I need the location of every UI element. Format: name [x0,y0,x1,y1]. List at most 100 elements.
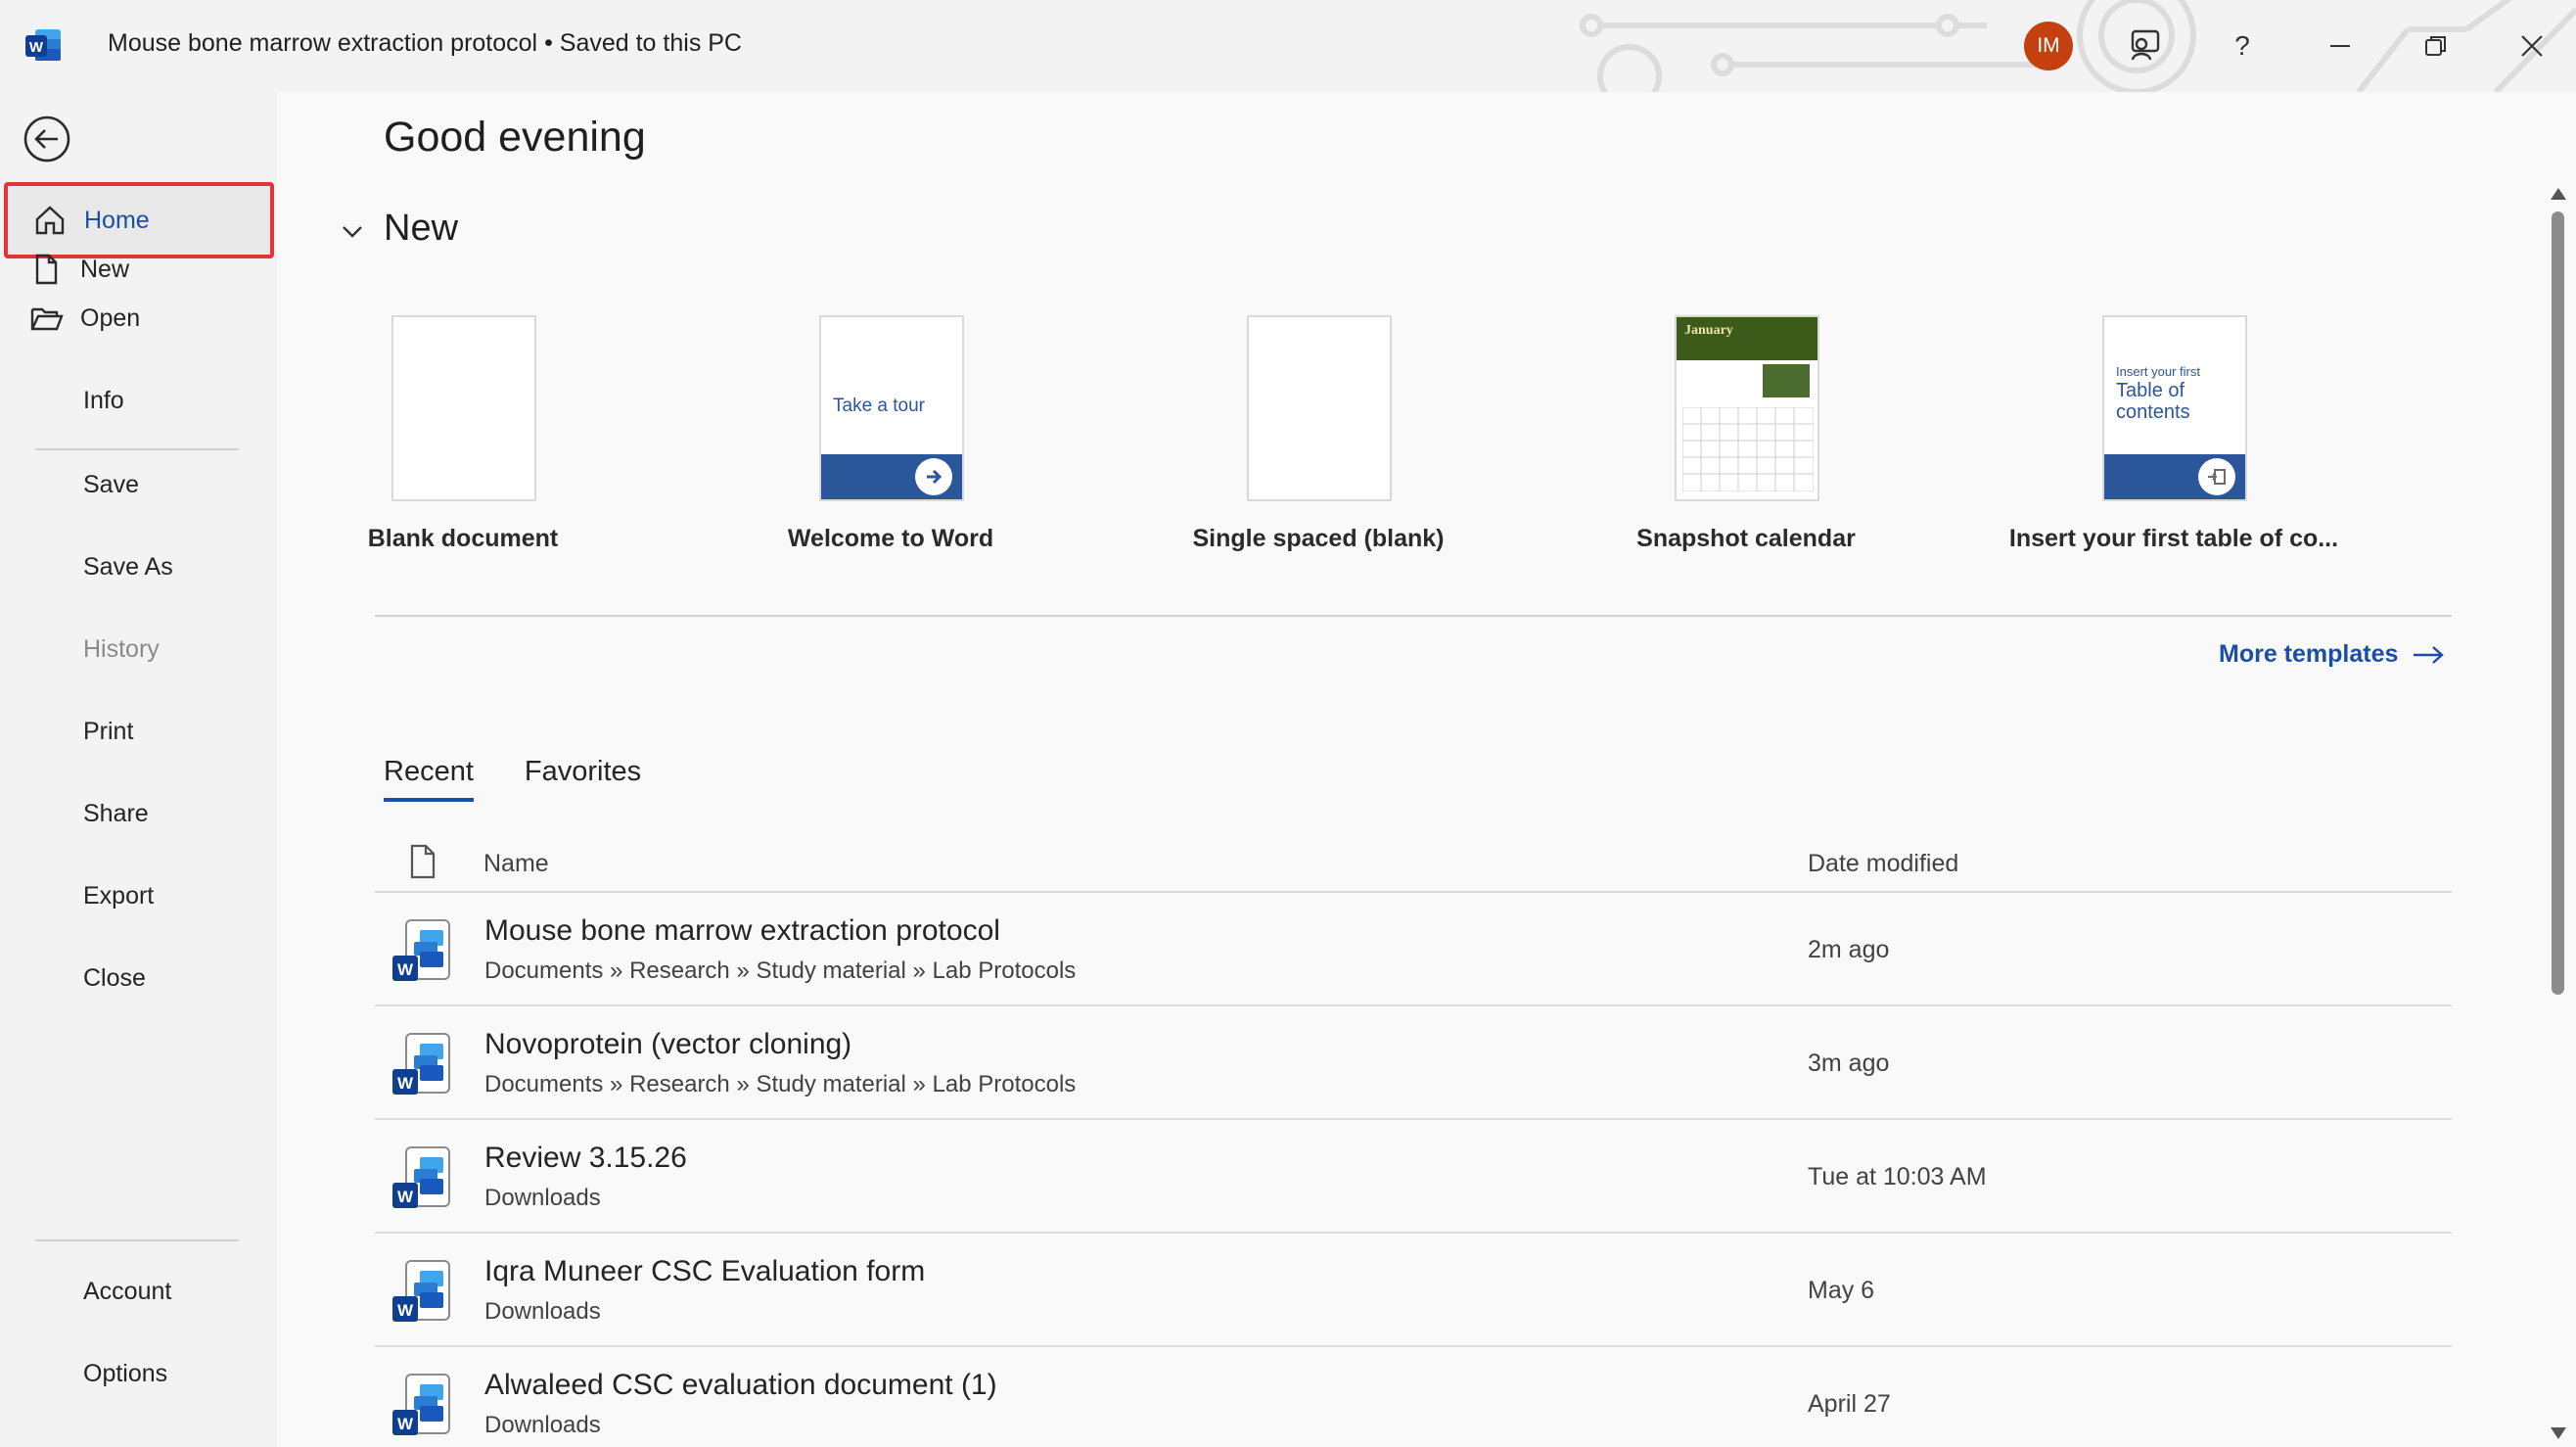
document-title: Mouse bone marrow extraction protocol • … [108,29,742,57]
word-document-icon: W [392,1374,450,1435]
file-path: Documents » Research » Study material » … [484,957,1077,984]
file-path: Downloads [484,1185,601,1211]
sidebar-item-label: Share [83,799,149,827]
sidebar-item-label: Print [83,717,134,745]
calendar-photo [1763,364,1810,397]
sidebar-item-label: Close [83,963,146,992]
more-templates-link[interactable]: More templates [2219,640,2445,669]
template-name: Insert your first table of co... [2008,525,2339,552]
template-thumbnail: Take a tour [819,315,964,501]
column-header-name[interactable]: Name [483,850,549,878]
minimize-icon [2330,45,2350,47]
template-blank-document[interactable]: Blank document [277,315,649,580]
file-date: 3m ago [1808,1050,1890,1077]
sidebar-item-label: Account [83,1277,172,1305]
file-date: 2m ago [1808,936,1890,963]
sidebar-item-export[interactable]: Export [4,858,274,934]
thumbnail-heading: Table of contents [2116,380,2190,423]
file-type-icon[interactable] [408,844,437,879]
scroll-up-icon[interactable] [2548,184,2569,204]
more-templates-label: More templates [2219,640,2399,668]
svg-text:W: W [397,1301,414,1320]
section-divider [375,615,2452,617]
sidebar-item-save-as[interactable]: Save As [4,529,274,605]
scroll-down-icon[interactable] [2548,1424,2569,1443]
avatar[interactable]: IM [2024,22,2073,70]
word-document-icon: W [392,1260,450,1322]
file-date: April 27 [1808,1390,1891,1418]
template-name: Blank document [367,525,559,552]
template-name: Welcome to Word [787,525,994,552]
column-header-date[interactable]: Date modified [1808,850,1958,878]
tab-recent[interactable]: Recent [384,756,474,802]
home-pane: Good evening New Blank document Take a t… [277,92,2576,1447]
sidebar-item-label: Info [83,386,124,414]
sidebar-item-open[interactable]: Open [4,280,274,356]
template-thumbnail: Insert your first Table of contents [2102,315,2247,501]
word-document-icon: W [392,919,450,981]
sidebar-divider [35,1239,239,1241]
sidebar-item-label: Save [83,470,139,498]
table-row[interactable]: W Review 3.15.26 Downloads Tue at 10:03 … [375,1120,2452,1234]
file-name: Novoprotein (vector cloning) [484,1028,852,1060]
sidebar-item-label: Open [80,303,141,332]
backstage-sidebar: Home New Open Info Save Save As History … [0,92,277,1447]
word-document-icon: W [392,1033,450,1095]
arrow-right-icon [915,458,952,495]
avatar-initials: IM [2037,34,2060,57]
sidebar-item-info[interactable]: Info [4,362,274,439]
new-section-title: New [384,208,459,249]
sidebar-item-close[interactable]: Close [4,940,274,1016]
template-thumbnail [1247,315,1392,501]
calendar-month: January [1684,323,1733,338]
svg-text:W: W [397,1415,414,1433]
feedback-icon [2131,29,2160,61]
recent-files-table: Name Date modified W Mouse bone marrow e… [375,834,2452,1447]
file-path: Downloads [484,1298,601,1325]
calendar-grid [1682,407,1814,491]
scrollbar-thumb[interactable] [2552,211,2564,995]
document-arrow-icon [2198,458,2235,495]
sidebar-item-label: Save As [83,552,173,581]
template-single-spaced[interactable]: Single spaced (blank) [1132,315,1504,580]
feedback-button[interactable] [2118,20,2171,72]
file-name: Alwaleed CSC evaluation document (1) [484,1369,997,1401]
svg-text:W: W [397,1074,414,1093]
file-date: May 6 [1808,1277,1875,1304]
template-thumbnail [391,315,536,501]
sidebar-item-account[interactable]: Account [4,1253,274,1330]
restore-button[interactable] [2410,20,2462,72]
thumbnail-caption: Insert your first [2116,364,2200,379]
template-thumbnail: January [1675,315,1819,501]
table-row[interactable]: W Novoprotein (vector cloning) Documents… [375,1006,2452,1120]
folder-open-icon [29,302,70,335]
arrow-right-icon [2414,645,2445,664]
template-table-of-contents[interactable]: Insert your first Table of contents Inse… [1988,315,2360,580]
chevron-down-icon[interactable] [338,217,367,247]
minimize-button[interactable] [2314,20,2367,72]
file-name: Iqra Muneer CSC Evaluation form [484,1255,926,1287]
sidebar-item-history: History [4,611,274,687]
template-welcome-to-word[interactable]: Take a tour Welcome to Word [705,315,1077,580]
table-row[interactable]: W Mouse bone marrow extraction protocol … [375,893,2452,1006]
title-bar: W Mouse bone marrow extraction protocol … [0,0,2576,92]
sidebar-item-save[interactable]: Save [4,446,274,523]
help-button[interactable]: ? [2216,20,2269,72]
word-document-icon: W [392,1146,450,1208]
sidebar-item-print[interactable]: Print [4,693,274,770]
vertical-scrollbar[interactable] [2548,182,2569,1447]
svg-text:W: W [397,1188,414,1206]
svg-text:W: W [397,960,414,979]
table-row[interactable]: W Iqra Muneer CSC Evaluation form Downlo… [375,1234,2452,1347]
table-row[interactable]: W Alwaleed CSC evaluation document (1) D… [375,1347,2452,1447]
tab-favorites[interactable]: Favorites [525,756,641,802]
sidebar-item-label: History [83,634,160,663]
sidebar-item-options[interactable]: Options [4,1335,274,1412]
sidebar-item-label: Options [83,1359,168,1387]
back-arrow-icon[interactable] [22,114,72,164]
template-snapshot-calendar[interactable]: January Snapshot calendar [1560,315,1932,580]
help-icon: ? [2234,30,2250,61]
file-name: Mouse bone marrow extraction protocol [484,914,1000,947]
close-window-button[interactable] [2506,20,2558,72]
sidebar-item-share[interactable]: Share [4,775,274,852]
